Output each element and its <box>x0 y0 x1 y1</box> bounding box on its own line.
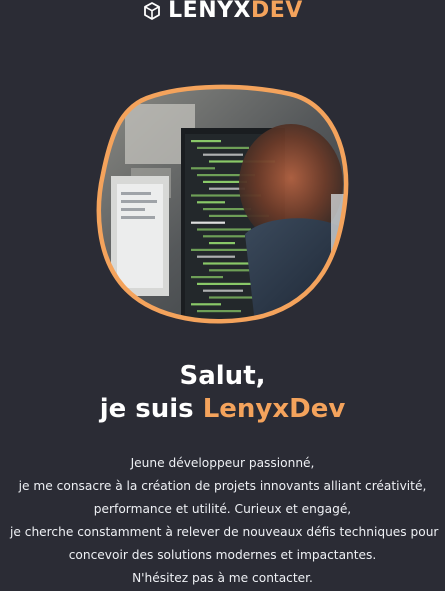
code-line <box>209 269 255 272</box>
hero-image <box>95 84 353 324</box>
code-line <box>197 310 241 313</box>
bio-line: je me consacre à la création de projets … <box>18 479 427 493</box>
code-line <box>197 146 249 149</box>
bio-line: concevoir des solutions modernes et impa… <box>68 548 377 562</box>
code-line <box>197 282 253 285</box>
page-title: Salut, je suis LenyxDev <box>0 360 445 426</box>
bio-line: performance et utilité. Curieux et engag… <box>93 502 352 516</box>
code-line <box>209 242 235 245</box>
code-line <box>191 167 215 170</box>
bio-line: N'hésitez pas à me contacter. <box>132 571 313 585</box>
code-line <box>191 140 221 143</box>
code-line <box>197 201 225 204</box>
code-line <box>191 303 221 306</box>
code-line <box>203 289 243 292</box>
cube-icon <box>142 1 162 21</box>
code-line <box>191 248 253 251</box>
bio-paragraph: Jeune développeur passionné, je me consa… <box>10 452 439 590</box>
bio-line: Jeune développeur passionné, <box>130 456 315 470</box>
code-line <box>203 262 253 265</box>
developer-photo <box>98 86 347 322</box>
code-line <box>191 276 223 279</box>
brand-logo[interactable]: LENYXDEV <box>168 0 303 22</box>
intro-prefix: je suis <box>99 394 203 424</box>
brand-primary: LENYX <box>168 0 252 23</box>
developer-name: LenyxDev <box>202 394 346 424</box>
code-line <box>203 153 243 156</box>
site-header: LENYXDEV <box>0 0 445 28</box>
brand-accent: DEV <box>251 0 303 23</box>
code-line <box>197 228 251 231</box>
code-line <box>191 221 225 224</box>
bio-line: je cherche constamment à relever de nouv… <box>10 525 439 539</box>
code-line <box>203 235 245 238</box>
greeting-text: Salut, <box>179 361 266 391</box>
code-line <box>197 255 235 258</box>
